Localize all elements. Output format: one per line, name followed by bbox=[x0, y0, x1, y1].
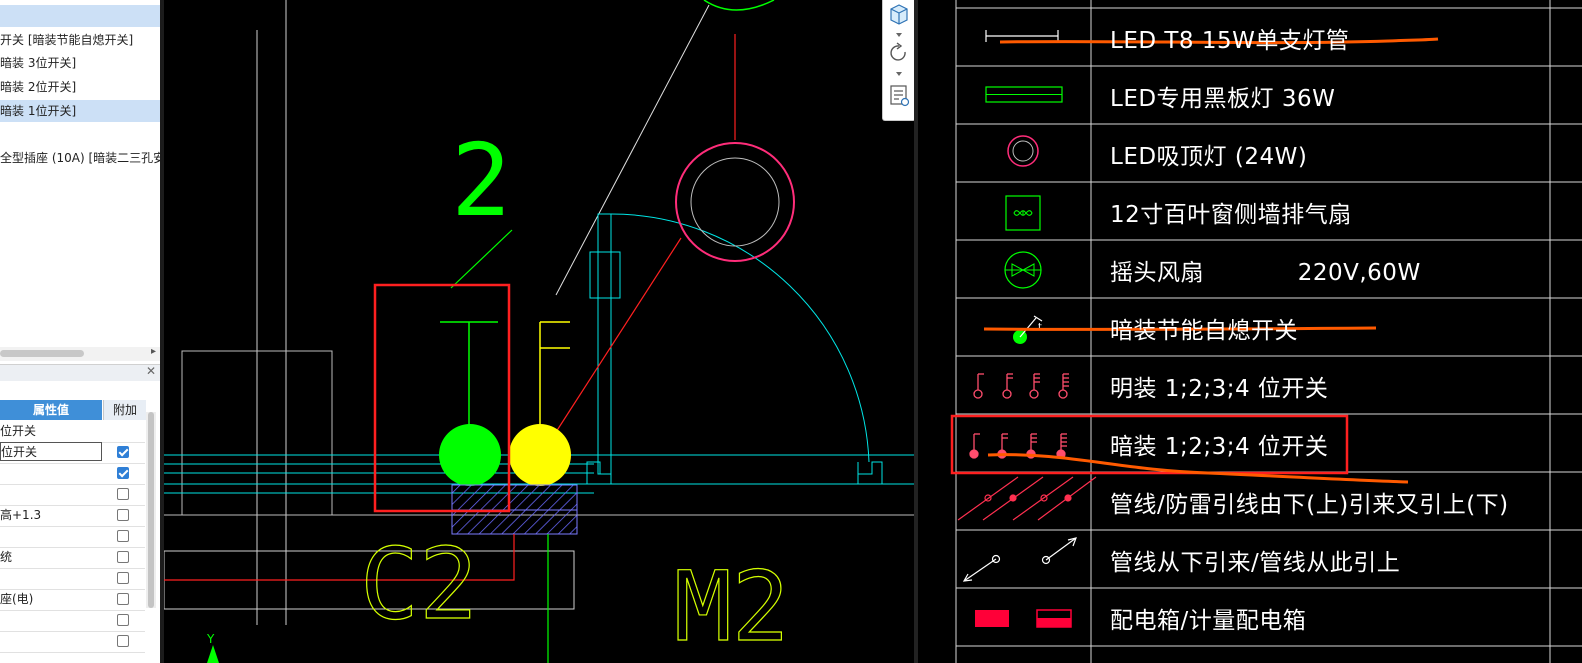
tree-item-label: 暗装 2位开关] bbox=[0, 80, 77, 94]
property-row[interactable]: 高+1.3 bbox=[0, 505, 145, 527]
green-switch-dot[interactable] bbox=[439, 424, 501, 486]
property-row[interactable]: 位开关 bbox=[0, 421, 145, 443]
scrollbar-thumb[interactable] bbox=[148, 412, 154, 608]
property-value: 座(电) bbox=[0, 592, 34, 606]
extra-checkbox[interactable] bbox=[117, 530, 129, 542]
extra-checkbox[interactable] bbox=[117, 488, 129, 500]
ceiling-lamp-inner bbox=[690, 157, 780, 247]
property-row[interactable]: 座(电) bbox=[0, 589, 145, 611]
legend-text-energy-saving-switch: 暗装节能自熄开关 bbox=[1110, 318, 1298, 344]
legend-text-concealed-switch: 暗装 1;2;3;4 位开关 bbox=[1110, 434, 1329, 460]
cad-canvas[interactable]: 2 C2 M2 Y bbox=[164, 0, 914, 663]
tree-item-label: 暗装 3位开关] bbox=[0, 56, 77, 70]
tree-item-socket[interactable]: 全型插座 (10A) [暗装二三孔安全 bbox=[0, 147, 160, 169]
legend-text-distribution-box: 配电箱/计量配电箱 bbox=[1110, 608, 1307, 634]
header-extra: 附加 bbox=[103, 400, 146, 420]
ucs-axis-icon bbox=[207, 645, 219, 663]
legend-text-conduit-up: 管线从下引来/管线从此引上 bbox=[1110, 550, 1401, 576]
chevron-down-icon[interactable] bbox=[896, 72, 902, 76]
legend-text-blackboard-lamp: LED专用黑板灯 36W bbox=[1110, 86, 1336, 112]
chevron-down-icon[interactable] bbox=[896, 33, 902, 37]
properties-list-icon[interactable] bbox=[890, 85, 910, 107]
ceiling-lamp-icon bbox=[1007, 135, 1039, 167]
property-value: 位开关 bbox=[0, 424, 37, 438]
extra-checkbox[interactable] bbox=[117, 572, 129, 584]
property-row[interactable]: 统 bbox=[0, 547, 145, 569]
property-row[interactable] bbox=[0, 463, 145, 485]
scroll-right-arrow-icon[interactable]: ▸ bbox=[151, 346, 156, 357]
cad-label-m2: M2 bbox=[674, 551, 790, 663]
property-row[interactable] bbox=[0, 526, 145, 548]
view-toolbar bbox=[882, 0, 916, 121]
extra-checkbox[interactable] bbox=[117, 551, 129, 563]
properties-vertical-scrollbar[interactable] bbox=[146, 412, 156, 608]
project-tree-panel: 开关 [暗装节能自熄开关] 暗装 3位开关] 暗装 2位开关] 暗装 1位开关]… bbox=[0, 0, 160, 663]
property-row[interactable] bbox=[0, 631, 145, 653]
tree-item-energy-saving-switch[interactable]: 开关 [暗装节能自熄开关] bbox=[0, 29, 160, 51]
door-swing-arc bbox=[610, 213, 870, 463]
door-leaf bbox=[597, 213, 612, 475]
legend-text-ceiling-lamp: LED吸顶灯 (24W) bbox=[1110, 144, 1308, 170]
ceiling-lamp-outer bbox=[675, 142, 795, 262]
property-value: 高+1.3 bbox=[0, 508, 42, 522]
properties-panel-titlebar: ✕ bbox=[0, 364, 160, 381]
extra-checkbox[interactable] bbox=[117, 467, 129, 479]
conduit-up-icon bbox=[962, 537, 1077, 582]
tree-item-top[interactable] bbox=[0, 5, 160, 27]
conduit-through-icon bbox=[957, 476, 1097, 521]
property-row[interactable] bbox=[0, 484, 145, 506]
scrollbar-thumb[interactable] bbox=[0, 350, 84, 357]
distribution-box-icon bbox=[975, 609, 1072, 628]
tree-item-label: 暗装 1位开关] bbox=[0, 104, 77, 118]
tree-item-1-gang-switch[interactable]: 暗装 1位开关] bbox=[0, 100, 160, 122]
orbit-icon[interactable] bbox=[890, 42, 906, 61]
property-value: 统 bbox=[0, 550, 13, 564]
extra-checkbox[interactable] bbox=[117, 446, 129, 458]
view-cube-icon[interactable] bbox=[890, 4, 908, 25]
property-row[interactable] bbox=[0, 568, 145, 590]
surface-switch-icon bbox=[973, 373, 1069, 399]
diagonal-line bbox=[555, 4, 710, 296]
green-arc bbox=[703, 0, 775, 11]
legend-text-surface-switch: 明装 1;2;3;4 位开关 bbox=[1110, 376, 1329, 402]
legend-text-conduit-through: 管线/防雷引线由下(上)引来又引上(下) bbox=[1110, 492, 1509, 518]
tree-item-2-gang-switch[interactable]: 暗装 2位开关] bbox=[0, 76, 160, 98]
cad-label-c2: C2 bbox=[360, 528, 478, 642]
tree-horizontal-scrollbar[interactable]: ▸ bbox=[0, 346, 160, 361]
close-icon[interactable]: ✕ bbox=[146, 364, 156, 378]
tree-item-label: 全型插座 (10A) [暗装二三孔安全 bbox=[0, 151, 160, 165]
legend-text-tube-lamp: LED T8 15W单支灯管 bbox=[1110, 28, 1350, 54]
legend-text-oscillating-fan: 摇头风扇 220V,60W bbox=[1110, 260, 1421, 286]
door-stop bbox=[857, 461, 883, 485]
door-hinge bbox=[589, 251, 621, 299]
oscillating-fan-icon bbox=[1004, 251, 1042, 289]
property-value-editor[interactable]: 位开关 bbox=[0, 442, 102, 461]
property-row[interactable] bbox=[0, 610, 145, 632]
cad-label-2: 2 bbox=[451, 122, 511, 239]
svg-text:t: t bbox=[1038, 322, 1042, 333]
wire-line bbox=[555, 237, 682, 433]
extra-checkbox[interactable] bbox=[117, 635, 129, 647]
extra-checkbox[interactable] bbox=[117, 593, 129, 605]
axis-y-label: Y bbox=[206, 632, 215, 646]
legend-text-exhaust-fan: 12寸百叶窗侧墙排气扇 bbox=[1110, 202, 1352, 228]
tree-item-3-gang-switch[interactable]: 暗装 3位开关] bbox=[0, 52, 160, 74]
extra-checkbox[interactable] bbox=[117, 509, 129, 521]
exhaust-fan-icon bbox=[1005, 195, 1041, 231]
property-row[interactable]: 位开关 bbox=[0, 442, 145, 464]
tree-item-label: 开关 [暗装节能自熄开关] bbox=[0, 33, 134, 47]
header-property-value: 属性值 bbox=[0, 400, 102, 420]
yellow-switch-dot[interactable] bbox=[509, 424, 571, 486]
extra-checkbox[interactable] bbox=[117, 614, 129, 626]
